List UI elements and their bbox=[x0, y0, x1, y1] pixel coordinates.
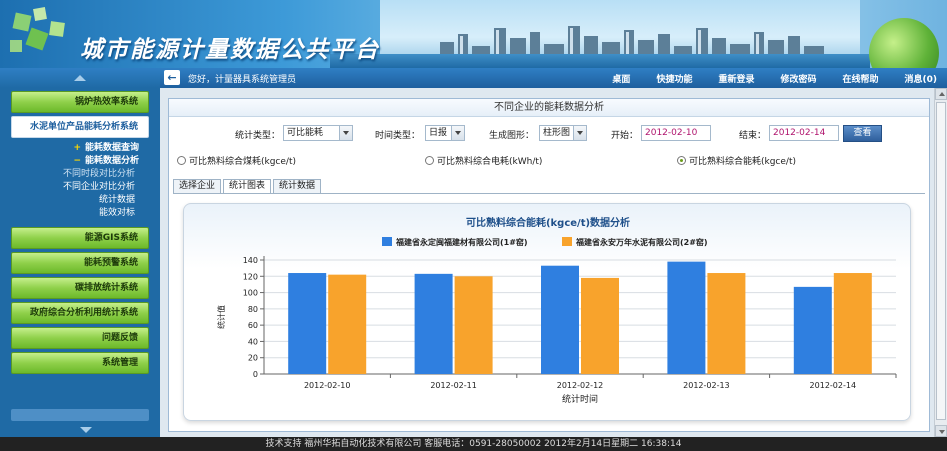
y-tick-label: 100 bbox=[243, 289, 258, 298]
link-desktop[interactable]: 桌面 bbox=[612, 72, 630, 85]
header-banner: 城市能源计量数据公共平台 bbox=[0, 0, 947, 68]
bar-chart: 可比熟料综合能耗(kgce/t)数据分析福建省永定闽福建材有限公司(1#窑) 福建… bbox=[216, 216, 897, 405]
bar bbox=[288, 273, 327, 374]
start-label: 开始： bbox=[611, 131, 639, 141]
sidebar-item-boiler[interactable]: 锅炉热效率系统 bbox=[11, 91, 149, 113]
footer: 技术支持 福州华拓自动化技术有限公司 客服电话：0591-28050002 20… bbox=[0, 437, 947, 451]
back-arrow-icon[interactable]: ← bbox=[164, 70, 180, 85]
end-label: 结束： bbox=[739, 131, 767, 141]
legend-swatch bbox=[562, 237, 572, 246]
sidebar-item-system[interactable]: 系统管理 bbox=[11, 352, 149, 374]
time-type-label: 时间类型： bbox=[375, 131, 421, 141]
bar bbox=[454, 276, 493, 374]
bar bbox=[328, 274, 367, 374]
bar bbox=[667, 261, 706, 374]
legend-swatch bbox=[382, 237, 392, 246]
bar bbox=[414, 273, 453, 374]
radio-electricity[interactable]: 可比熟料综合电耗(kWh/t) bbox=[425, 154, 542, 167]
tab-bar: 选择企业 统计图表 统计数据 bbox=[173, 179, 322, 193]
scroll-down-icon[interactable] bbox=[935, 425, 947, 437]
minus-icon: − bbox=[73, 156, 81, 166]
radio-coal[interactable]: 可比熟料综合煤耗(kgce/t) bbox=[177, 154, 296, 167]
scroll-thumb[interactable] bbox=[936, 102, 946, 420]
plus-icon: + bbox=[73, 143, 81, 153]
start-date-input[interactable]: 2012-02-10 bbox=[641, 125, 711, 141]
y-tick-label: 60 bbox=[248, 321, 258, 330]
scroll-down-icon[interactable] bbox=[80, 427, 92, 433]
x-axis-label: 统计时间 bbox=[562, 393, 598, 405]
chart-frame: 可比熟料综合能耗(kgce/t)数据分析福建省永定闽福建材有限公司(1#窑) 福建… bbox=[183, 203, 911, 421]
tab-select-enterprise[interactable]: 选择企业 bbox=[173, 179, 222, 193]
stat-type-label: 统计类型： bbox=[235, 131, 281, 141]
link-messages[interactable]: 消息(0) bbox=[905, 72, 938, 85]
scroll-up-icon[interactable] bbox=[935, 88, 947, 100]
chart-title: 可比熟料综合能耗(kgce/t)数据分析 bbox=[466, 216, 630, 229]
view-button[interactable]: 查看 bbox=[843, 125, 882, 142]
tab-data[interactable]: 统计数据 bbox=[273, 179, 322, 193]
submenu-enterprise-compare[interactable]: 不同企业对比分析 bbox=[11, 181, 149, 194]
top-navbar: ← 您好，计量器具系统管理员 桌面 快捷功能 重新登录 修改密码 在线帮助 消息… bbox=[160, 68, 947, 88]
sidebar: 锅炉热效率系统 水泥单位产品能耗分析系统 + 能耗数据查询 − 能耗数据分析 不同时… bbox=[0, 68, 160, 437]
sidebar-item-feedback[interactable]: 问题反馈 bbox=[11, 327, 149, 349]
bar bbox=[833, 273, 872, 374]
stat-type-select[interactable]: 可比能耗 bbox=[283, 125, 353, 141]
chevron-down-icon bbox=[451, 126, 464, 140]
chart-type-select[interactable]: 柱形图 bbox=[539, 125, 587, 141]
radio-circle-icon bbox=[177, 156, 186, 165]
time-type-select[interactable]: 日报 bbox=[425, 125, 465, 141]
y-tick-label: 120 bbox=[243, 272, 258, 281]
chart-type-label: 生成图形： bbox=[489, 131, 535, 141]
app-title: 城市能源计量数据公共平台 bbox=[80, 37, 380, 63]
x-tick-label: 2012-02-12 bbox=[557, 381, 604, 390]
bar bbox=[541, 265, 579, 374]
sidebar-item-gis[interactable]: 能源GIS系统 bbox=[11, 227, 149, 249]
submenu-query[interactable]: + 能耗数据查询 bbox=[11, 142, 149, 155]
y-tick-label: 40 bbox=[248, 337, 258, 346]
metric-radios: 可比熟料综合煤耗(kgce/t) 可比熟料综合电耗(kWh/t) 可比熟料综合能… bbox=[169, 154, 929, 168]
panel-title: 不同企业的能耗数据分析 bbox=[169, 99, 929, 117]
chevron-down-icon bbox=[573, 126, 586, 140]
bar bbox=[581, 277, 619, 374]
link-relogin[interactable]: 重新登录 bbox=[718, 72, 754, 85]
submenu-period-compare[interactable]: 不同时段对比分析 bbox=[11, 168, 149, 181]
link-change-password[interactable]: 修改密码 bbox=[780, 72, 816, 85]
vertical-scrollbar[interactable] bbox=[934, 88, 947, 437]
sidebar-item-government[interactable]: 政府综合分析利用统计系统 bbox=[11, 302, 149, 324]
top-links: 桌面 快捷功能 重新登录 修改密码 在线帮助 消息(0) bbox=[612, 72, 937, 85]
submenu-statistics[interactable]: 统计数据 bbox=[11, 194, 149, 207]
y-tick-label: 20 bbox=[248, 354, 258, 363]
link-shortcuts[interactable]: 快捷功能 bbox=[656, 72, 692, 85]
y-tick-label: 80 bbox=[248, 305, 258, 314]
radio-circle-icon bbox=[677, 156, 686, 165]
tab-chart[interactable]: 统计图表 bbox=[223, 179, 272, 193]
welcome-text: 您好，计量器具系统管理员 bbox=[188, 75, 297, 85]
submenu-benchmark[interactable]: 能效对标 bbox=[11, 207, 149, 220]
sidebar-submenu: + 能耗数据查询 − 能耗数据分析 不同时段对比分析 不同企业对比分析 统计数据 能… bbox=[11, 140, 149, 224]
radio-energy[interactable]: 可比熟料综合能耗(kgce/t) bbox=[677, 154, 796, 167]
sidebar-item-cement[interactable]: 水泥单位产品能耗分析系统 bbox=[11, 116, 149, 138]
radio-circle-icon bbox=[425, 156, 434, 165]
y-axis-label: 统计值 bbox=[216, 305, 226, 329]
submenu-analysis[interactable]: − 能耗数据分析 bbox=[11, 155, 149, 168]
bar bbox=[793, 286, 832, 374]
legend-label: 福建省永定闽福建材有限公司(1#窑) bbox=[395, 237, 528, 247]
x-tick-label: 2012-02-11 bbox=[430, 381, 477, 390]
collapse-up-icon[interactable] bbox=[74, 75, 86, 81]
main-panel: 不同企业的能耗数据分析 统计类型： 可比能耗 时间类型： 日报 生成图形： 柱形… bbox=[168, 98, 930, 432]
x-tick-label: 2012-02-10 bbox=[304, 381, 351, 390]
legend-label: 福建省永安万年水泥有限公司(2#窑) bbox=[575, 237, 708, 247]
y-tick-label: 140 bbox=[243, 256, 258, 265]
chevron-down-icon bbox=[339, 126, 352, 140]
filter-bar: 统计类型： 可比能耗 时间类型： 日报 生成图形： 柱形图 开始： 2012-0… bbox=[169, 125, 929, 145]
y-tick-label: 0 bbox=[253, 370, 258, 379]
end-date-input[interactable]: 2012-02-14 bbox=[769, 125, 839, 141]
x-tick-label: 2012-02-13 bbox=[683, 381, 730, 390]
link-online-help[interactable]: 在线帮助 bbox=[842, 72, 878, 85]
x-tick-label: 2012-02-14 bbox=[810, 381, 857, 390]
bar bbox=[707, 273, 746, 374]
cubes-logo-icon bbox=[10, 7, 65, 52]
sidebar-item-carbon[interactable]: 碳排放统计系统 bbox=[11, 277, 149, 299]
sidebar-item-warning[interactable]: 能耗预警系统 bbox=[11, 252, 149, 274]
globe-icon bbox=[869, 18, 939, 68]
